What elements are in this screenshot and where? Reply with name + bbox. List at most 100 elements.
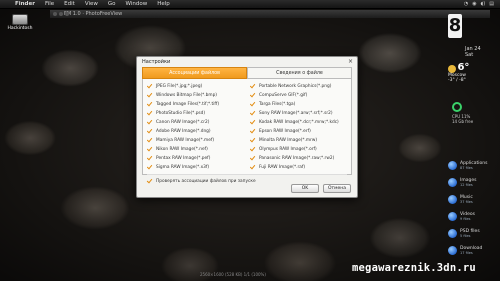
- startup-check-label: Проверять ассоциации файлов при запуске: [156, 178, 256, 184]
- format-sigma-raw[interactable]: Sigma RAW Image(*.x3f): [147, 163, 244, 172]
- checkbox-checked[interactable]: [147, 165, 152, 170]
- stack-label: Applications 87 files: [460, 160, 488, 170]
- dialog-titlebar: Настройки ×: [137, 57, 357, 67]
- checkbox-checked[interactable]: [250, 102, 255, 107]
- format-gif[interactable]: CompuServe GIF(*.gif): [250, 91, 347, 100]
- tab-file-info[interactable]: Сведения о файле: [247, 67, 352, 79]
- sun-icon: [448, 64, 456, 73]
- checkbox-checked[interactable]: [250, 93, 255, 98]
- checkbox-checked[interactable]: [250, 147, 255, 152]
- stack-item-images[interactable]: Images 12 files: [448, 174, 498, 191]
- weather-range: -3° / -8°: [448, 78, 466, 83]
- folder-icon: [448, 195, 457, 204]
- settings-dialog: Настройки × Ассоциации файлов Сведения о…: [136, 56, 358, 198]
- stack-item-videos[interactable]: Videos 9 files: [448, 208, 498, 225]
- drive-label: Hackintosh: [7, 26, 33, 31]
- format-pentax-raw[interactable]: Pentax RAW Image(*.pef): [147, 154, 244, 163]
- minimize-window-icon[interactable]: [59, 12, 63, 16]
- cpu-ring-icon: [452, 102, 462, 112]
- stack-item-psd[interactable]: PSD files 5 files: [448, 225, 498, 242]
- stack-label: Videos 9 files: [460, 211, 475, 221]
- associations-panel: JPEG File(*.jpg;*.jpeg) Portable Network…: [142, 79, 352, 184]
- menu-file[interactable]: File: [40, 0, 59, 9]
- ok-button[interactable]: OK: [291, 184, 319, 193]
- format-canon-raw[interactable]: Canon RAW Image(*.cr2): [147, 118, 244, 127]
- apple-icon[interactable]: [0, 0, 10, 9]
- volume-icon[interactable]: ◖): [481, 1, 486, 7]
- folder-icon: [448, 229, 457, 238]
- folder-icon: [448, 178, 457, 187]
- spotlight-icon[interactable]: ▤: [489, 1, 494, 7]
- format-mamiya-raw[interactable]: Mamiya RAW Image(*.mef): [147, 136, 244, 145]
- checkbox-checked[interactable]: [147, 120, 152, 125]
- format-adobe-raw[interactable]: Adobe RAW Image(*.dng): [147, 127, 244, 136]
- format-png[interactable]: Portable Network Graphics(*.png): [250, 82, 347, 91]
- format-fuji-raw[interactable]: Fuji RAW Image(*.raf): [250, 163, 347, 172]
- stack-label: Download 17 files: [460, 245, 483, 255]
- stack-item-applications[interactable]: Applications 87 files: [448, 157, 498, 174]
- folder-icon: [448, 161, 457, 170]
- checkbox-checked[interactable]: [147, 129, 152, 134]
- format-olympus-raw[interactable]: Olympus RAW Image(*.orf): [250, 145, 347, 154]
- window-controls: [53, 12, 69, 16]
- checkbox-checked[interactable]: [250, 129, 255, 134]
- format-psd[interactable]: PhotoStudio File(*.psd): [147, 109, 244, 118]
- menu-go[interactable]: Go: [103, 0, 121, 9]
- viewer-window-title: FM 1.0 · PhotoFreeView: [64, 11, 123, 17]
- format-grid: JPEG File(*.jpg;*.jpeg) Portable Network…: [147, 82, 347, 172]
- stack-label: Images 12 files: [460, 177, 477, 187]
- format-minolta-raw[interactable]: Minolta RAW Image(*.mrw): [250, 136, 347, 145]
- format-kodak-raw[interactable]: Kodak RAW Image(*.dcr;*.mrw;*.kdc): [250, 118, 347, 127]
- checkbox-checked[interactable]: [250, 165, 255, 170]
- stacks-dock: Applications 87 files Images 12 files Musi…: [448, 157, 498, 259]
- dialog-tabs: Ассоциации файлов Сведения о файле: [142, 67, 352, 79]
- checkbox-checked[interactable]: [147, 102, 152, 107]
- disk-free: 14 Gb free: [452, 119, 474, 124]
- desktop-drive-icon[interactable]: Hackintosh: [2, 14, 38, 31]
- checkbox-checked[interactable]: [250, 120, 255, 125]
- cancel-button[interactable]: Отмена: [323, 184, 351, 193]
- menu-bar: Finder File Edit View Go Window Help ◔ ◉…: [0, 0, 500, 9]
- close-window-icon[interactable]: [53, 12, 57, 16]
- checkbox-checked[interactable]: [147, 84, 152, 89]
- format-nikon-raw[interactable]: Nikon RAW Image(*.nef): [147, 145, 244, 154]
- checkbox-checked[interactable]: [250, 84, 255, 89]
- day-line: Sat: [465, 52, 474, 58]
- format-bmp[interactable]: Windows Bitmap File(*.bmp): [147, 91, 244, 100]
- menu-help[interactable]: Help: [152, 0, 175, 9]
- checkbox-checked[interactable]: [147, 147, 152, 152]
- checkbox-checked[interactable]: [250, 111, 255, 116]
- menubar-status-area: ◔ ◉ ◖) ▤: [464, 1, 500, 7]
- weather-widget: 6° Moscow -3° / -8°: [448, 62, 494, 83]
- checkbox-checked[interactable]: [250, 156, 255, 161]
- menu-finder[interactable]: Finder: [10, 0, 40, 9]
- dialog-buttons: OK Отмена: [291, 184, 351, 193]
- format-tiff[interactable]: Tagged Image Files(*.tif;*.tiff): [147, 100, 244, 109]
- bluetooth-icon[interactable]: ◉: [472, 1, 476, 7]
- weather-temp: 6°: [457, 62, 470, 73]
- stack-item-download[interactable]: Download 17 files: [448, 242, 498, 259]
- divider: [147, 174, 347, 175]
- checkbox-checked[interactable]: [147, 156, 152, 161]
- zoom-window-icon[interactable]: [65, 12, 69, 16]
- checkbox-checked[interactable]: [250, 138, 255, 143]
- checkbox-checked[interactable]: [147, 138, 152, 143]
- format-panasonic-raw[interactable]: Panasonic RAW Image(*.raw;*.rw2): [250, 154, 347, 163]
- format-sony-raw[interactable]: Sony RAW Image(*.arw;*.srf;*.sr2): [250, 109, 347, 118]
- checkbox-checked[interactable]: [147, 111, 152, 116]
- checkbox-checked[interactable]: [147, 93, 152, 98]
- format-epson-raw[interactable]: Epson RAW Image(*.erf): [250, 127, 347, 136]
- image-info-caption: 2560×1600 (528 KB) 1/1 (100%): [200, 272, 266, 277]
- menu-view[interactable]: View: [80, 0, 103, 9]
- menu-window[interactable]: Window: [121, 0, 153, 9]
- close-icon[interactable]: ×: [348, 58, 353, 66]
- stack-item-music[interactable]: Music 37 files: [448, 191, 498, 208]
- tab-file-associations[interactable]: Ассоциации файлов: [142, 67, 247, 79]
- site-watermark: megawareznik.3dn.ru: [352, 262, 476, 274]
- menu-edit[interactable]: Edit: [59, 0, 80, 9]
- checkbox-checked[interactable]: [147, 179, 152, 184]
- format-tga[interactable]: Targa Files(*.tga): [250, 100, 347, 109]
- timemachine-icon[interactable]: ◔: [464, 1, 468, 7]
- format-jpeg[interactable]: JPEG File(*.jpg;*.jpeg): [147, 82, 244, 91]
- system-widget: CPU 11% 14 Gb free: [452, 102, 473, 124]
